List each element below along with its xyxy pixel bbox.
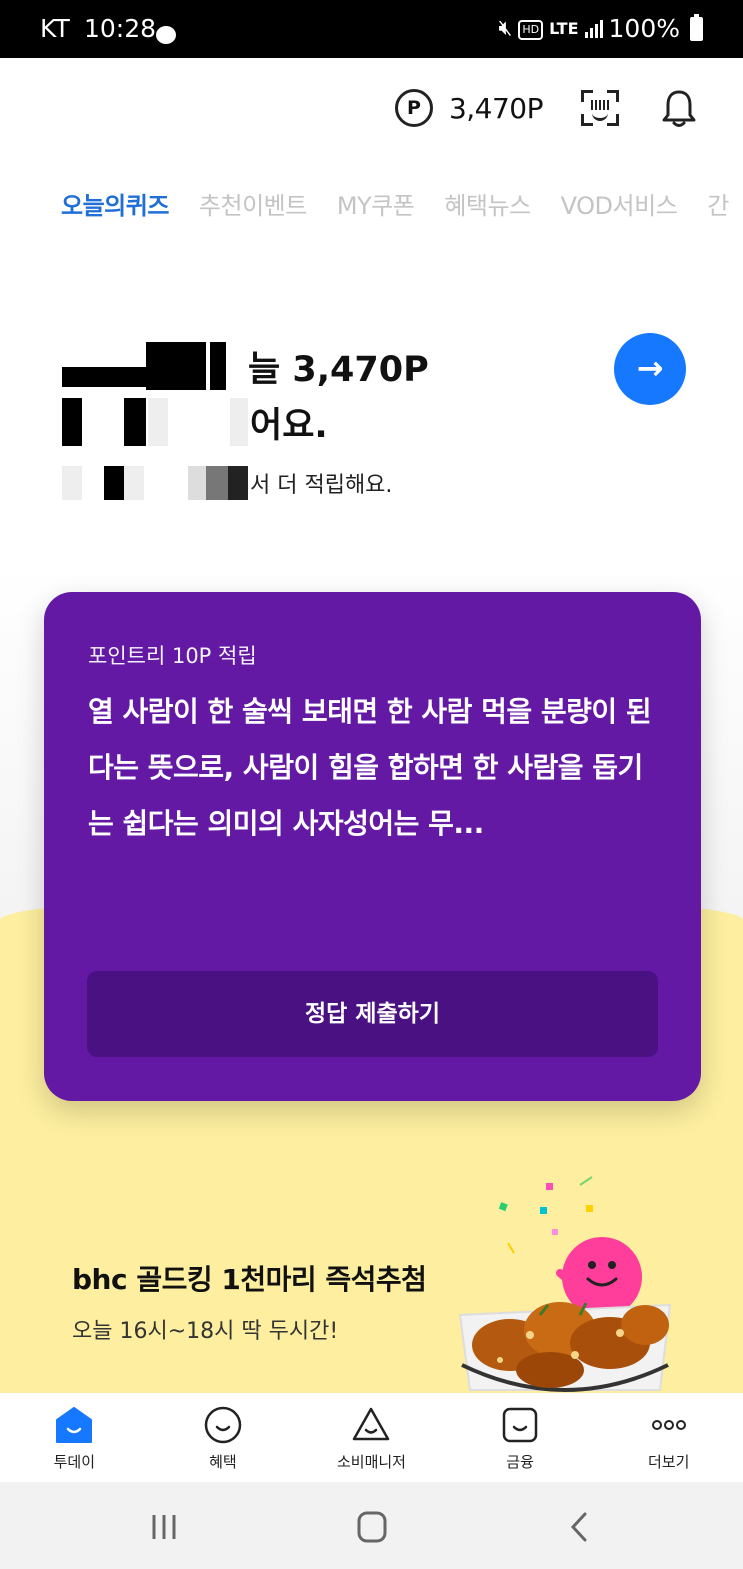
nav-item-today[interactable]: 투데이 [0, 1393, 149, 1482]
recent-apps-icon[interactable] [144, 1509, 184, 1545]
redacted-block [146, 342, 248, 390]
battery-icon [690, 13, 703, 41]
tab-my-coupon[interactable]: MY쿠폰 [337, 186, 415, 221]
promo-subtitle[interactable]: 오늘 16시~18시 딱 두시간! [72, 1313, 338, 1345]
vibrate-icon: 🔇︎ [498, 16, 513, 41]
nav-item-benefits[interactable]: 혜택 [149, 1393, 298, 1482]
nav-label: 투데이 [53, 1453, 95, 1471]
fried-chicken-illustration[interactable] [440, 1165, 700, 1395]
smile-circle-icon [204, 1406, 242, 1444]
battery-percent: 100% [608, 14, 680, 43]
redacted-block [62, 398, 250, 446]
bell-icon[interactable] [661, 88, 697, 128]
tab-today-quiz[interactable]: 오늘의퀴즈 [61, 186, 169, 221]
home-button-icon[interactable] [352, 1509, 392, 1545]
tab-recommended-events[interactable]: 추천이벤트 [199, 186, 307, 221]
square-smile-icon [502, 1407, 538, 1443]
system-navigation-bar [0, 1482, 743, 1569]
quiz-reward-label: 포인트리 10P 적립 [88, 644, 257, 668]
status-icons: 🔇︎ HD LTE 100% [498, 13, 703, 43]
hero-title-line1: 늘 3,470P [62, 342, 429, 390]
submit-answer-button[interactable]: 정답 제출하기 [87, 971, 658, 1057]
lte-icon: LTE [549, 19, 579, 38]
signal-icon [584, 19, 603, 38]
hd-icon: HD [518, 19, 544, 40]
hero-points-text: 늘 3,470P [248, 349, 429, 390]
status-bar: KT 10:28 🔇︎ HD LTE 100% [0, 0, 743, 58]
bottom-navigation: 투데이 혜택 소비매니저 금융 더보기 [0, 1393, 743, 1482]
points-icon[interactable]: P [394, 89, 433, 127]
tab-benefit-news[interactable]: 혜택뉴스 [444, 186, 531, 221]
hero-subtitle-text: 서 더 적립해요. [250, 473, 393, 498]
tab-more-partial[interactable]: 간 [707, 186, 729, 221]
redacted-block [62, 466, 250, 500]
nav-item-finance[interactable]: 금융 [446, 1393, 595, 1482]
more-icon [651, 1420, 686, 1430]
back-icon[interactable] [560, 1509, 600, 1545]
carrier-label: KT [40, 14, 70, 43]
clock: 10:28 [84, 14, 157, 43]
points-balance[interactable]: 3,470P [449, 92, 544, 125]
hero-subtitle: 서 더 적립해요. [62, 466, 392, 500]
hero-title-line2: 어요. [62, 398, 328, 446]
quiz-question: 열 사람이 한 술씩 보태면 한 사람 먹을 분량이 된다는 뜻으로, 사람이 … [88, 695, 652, 840]
home-icon [56, 1407, 93, 1443]
hero-arrow-button[interactable]: → [614, 333, 686, 405]
redacted-block [62, 342, 146, 390]
nav-label: 소비매니저 [336, 1453, 406, 1471]
category-tabs: 오늘의퀴즈 추천이벤트 MY쿠폰 혜택뉴스 VOD서비스 간 [61, 186, 743, 221]
quiz-card[interactable]: 포인트리 10P 적립 열 사람이 한 술씩 보태면 한 사람 먹을 분량이 된… [44, 592, 701, 1101]
message-icon [156, 26, 176, 44]
nav-label: 혜택 [209, 1453, 237, 1471]
nav-label: 금융 [506, 1453, 534, 1471]
header-actions: P 3,470P [394, 88, 697, 128]
promo-title[interactable]: bhc 골드킹 1천마리 즉석추첨 [72, 1258, 427, 1298]
nav-item-spending-manager[interactable]: 소비매니저 [297, 1393, 446, 1482]
hero-title-suffix: 어요. [250, 405, 328, 446]
triangle-smile-icon [353, 1407, 390, 1441]
nav-item-more[interactable]: 더보기 [594, 1393, 743, 1482]
barcode-scan-icon[interactable] [581, 90, 619, 126]
tab-vod-service[interactable]: VOD서비스 [561, 186, 678, 221]
nav-label: 더보기 [647, 1453, 690, 1471]
